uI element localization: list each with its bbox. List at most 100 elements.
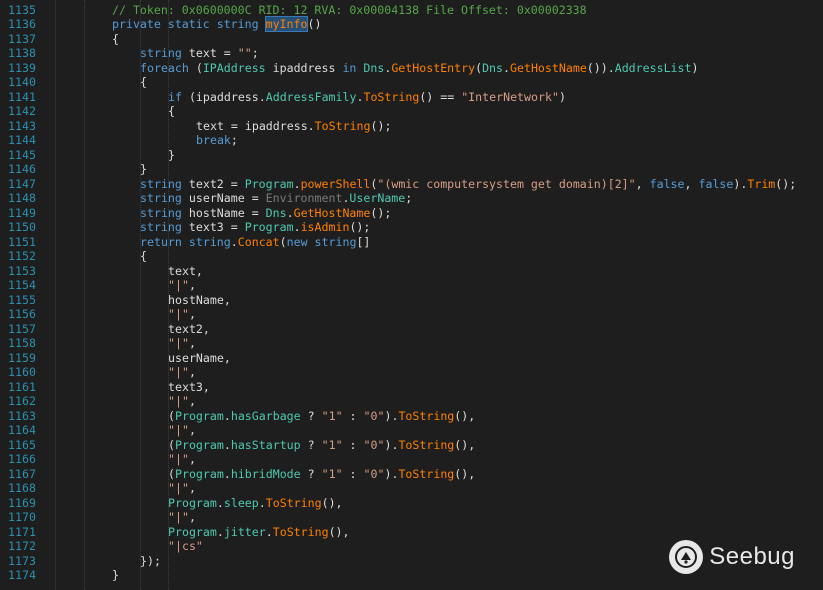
code-token: string	[140, 205, 189, 220]
code-token: Trim	[747, 176, 776, 191]
code-line[interactable]: 1164 "|",	[0, 423, 823, 438]
code-token: Concat	[237, 234, 280, 249]
code-line[interactable]: 1151 return string.Concat(new string[]	[0, 235, 823, 250]
code-token: ).	[384, 408, 399, 423]
code-line[interactable]: 1167 (Program.hibridMode ? "1" : "0").ToS…	[0, 467, 823, 482]
code-token: Program	[244, 220, 294, 234]
code-text: "|",	[168, 365, 196, 380]
line-number: 1162	[8, 394, 36, 408]
code-line[interactable]: 1140 {	[0, 75, 823, 90]
code-text: string text3 = Program.isAdmin();	[140, 220, 370, 235]
seebug-watermark: Seebug	[669, 538, 795, 576]
code-token: .	[293, 176, 301, 191]
code-token: hostName,	[168, 292, 231, 307]
code-text: string text = "";	[140, 46, 259, 61]
code-token: {	[140, 249, 147, 263]
code-line[interactable]: 1168 "|",	[0, 481, 823, 496]
code-text: {	[112, 32, 119, 47]
code-line[interactable]: 1166 "|",	[0, 452, 823, 467]
line-number: 1135	[8, 2, 36, 17]
code-token: ();	[775, 176, 797, 191]
code-token: Dns	[265, 205, 287, 220]
code-token: (),	[328, 524, 350, 539]
code-token: () ==	[419, 89, 462, 104]
code-token: .	[223, 408, 231, 423]
code-line[interactable]: 1163 (Program.hasGarbage ? "1" : "0").ToS…	[0, 409, 823, 424]
code-line[interactable]: 1147 string text2 = Program.powerShell("(…	[0, 177, 823, 192]
code-token: ;	[251, 46, 259, 60]
code-line[interactable]: 1146}	[0, 162, 823, 177]
code-line[interactable]: 1169 Program.sleep.ToString(),	[0, 496, 823, 511]
code-line[interactable]: 1148 string userName = Environment.UserNa…	[0, 191, 823, 206]
code-text: "|",	[168, 336, 196, 351]
code-token: (	[279, 234, 287, 249]
code-line[interactable]: 1159 userName,	[0, 351, 823, 366]
code-line[interactable]: 1135 // Token: 0x0600000C RID: 12 RVA: 0x…	[0, 3, 823, 18]
code-line[interactable]: 1161 text3,	[0, 380, 823, 395]
code-text: if (ipaddress.AddressFamily.ToString() =…	[168, 90, 566, 105]
code-text: string hostName = Dns.GetHostName();	[140, 206, 391, 221]
code-token: (),	[454, 408, 476, 423]
code-text: foreach (IPAddress ipaddress in Dns.GetH…	[140, 61, 698, 76]
line-number: 1144	[8, 133, 36, 147]
code-token: ,	[188, 452, 196, 466]
code-token: text2 =	[188, 176, 245, 191]
line-number: 1174	[8, 568, 36, 582]
code-token: string	[140, 46, 189, 60]
code-line[interactable]: 1150 string text3 = Program.isAdmin();	[0, 220, 823, 235]
code-line[interactable]: 1158 "|",	[0, 336, 823, 351]
code-token: text3,	[168, 379, 210, 394]
code-token: ToString	[314, 118, 371, 133]
code-text: "|",	[168, 452, 196, 467]
code-line[interactable]: 1138 string text = "";	[0, 46, 823, 61]
line-number: 1142	[8, 104, 36, 118]
code-line[interactable]: 1165 (Program.hasStartup ? "1" : "0").ToS…	[0, 438, 823, 453]
code-token: (	[195, 60, 203, 75]
code-line[interactable]: 1145}	[0, 148, 823, 163]
code-line[interactable]: 1144 break;	[0, 133, 823, 148]
code-text: "|",	[168, 481, 196, 496]
code-line[interactable]: 1162 "|",	[0, 394, 823, 409]
code-token: ToString	[398, 437, 455, 452]
code-line[interactable]: 1139 foreach (IPAddress ipaddress in Dns.…	[0, 61, 823, 76]
code-token: }	[140, 162, 147, 176]
code-token: userName =	[188, 191, 266, 205]
code-line[interactable]: 1141 if (ipaddress.AddressFamily.ToString…	[0, 90, 823, 105]
code-text: {	[168, 104, 175, 119]
code-line[interactable]: 1153 text,	[0, 264, 823, 279]
line-number: 1173	[8, 553, 36, 568]
code-line[interactable]: 1149 string hostName = Dns.GetHostName();	[0, 206, 823, 221]
code-token: GetHostEntry	[391, 60, 476, 75]
code-line[interactable]: 1170 "|",	[0, 510, 823, 525]
code-text: private static string myInfo()	[112, 16, 321, 32]
code-line[interactable]: 1156 "|",	[0, 307, 823, 322]
code-line[interactable]: 1136 private static string myInfo()	[0, 16, 823, 32]
watermark-text: Seebug	[709, 543, 795, 570]
code-token: private	[112, 17, 168, 31]
code-text: "|",	[168, 423, 196, 438]
code-token: "1"	[321, 466, 343, 481]
code-token: }	[112, 568, 119, 582]
code-text: "|",	[168, 278, 196, 293]
code-line[interactable]: 1171 Program.jitter.ToString(),	[0, 525, 823, 540]
code-line[interactable]: 1152 {	[0, 249, 823, 264]
code-editor[interactable]: 1135 // Token: 0x0600000C RID: 12 RVA: 0x…	[0, 0, 823, 590]
code-token: UserName	[349, 191, 406, 205]
code-token: ;	[230, 133, 238, 147]
code-line[interactable]: 1137 {	[0, 32, 823, 47]
code-token: AddressFamily	[265, 89, 357, 104]
code-token: ,	[188, 307, 196, 321]
code-token: ""	[237, 46, 252, 60]
code-token: "1"	[321, 408, 343, 423]
code-token: ).	[384, 466, 399, 481]
code-line[interactable]: 1154 "|",	[0, 278, 823, 293]
code-line[interactable]: 1142 {	[0, 104, 823, 119]
code-text: string userName = Environment.UserName;	[140, 191, 412, 206]
code-token: .	[223, 466, 231, 481]
line-number: 1169	[8, 495, 36, 510]
code-token: (),	[454, 466, 476, 481]
code-line[interactable]: 1160 "|",	[0, 365, 823, 380]
code-line[interactable]: 1143 text = ipaddress.ToString();	[0, 119, 823, 134]
code-line[interactable]: 1157 text2,	[0, 322, 823, 337]
code-line[interactable]: 1155 hostName,	[0, 293, 823, 308]
